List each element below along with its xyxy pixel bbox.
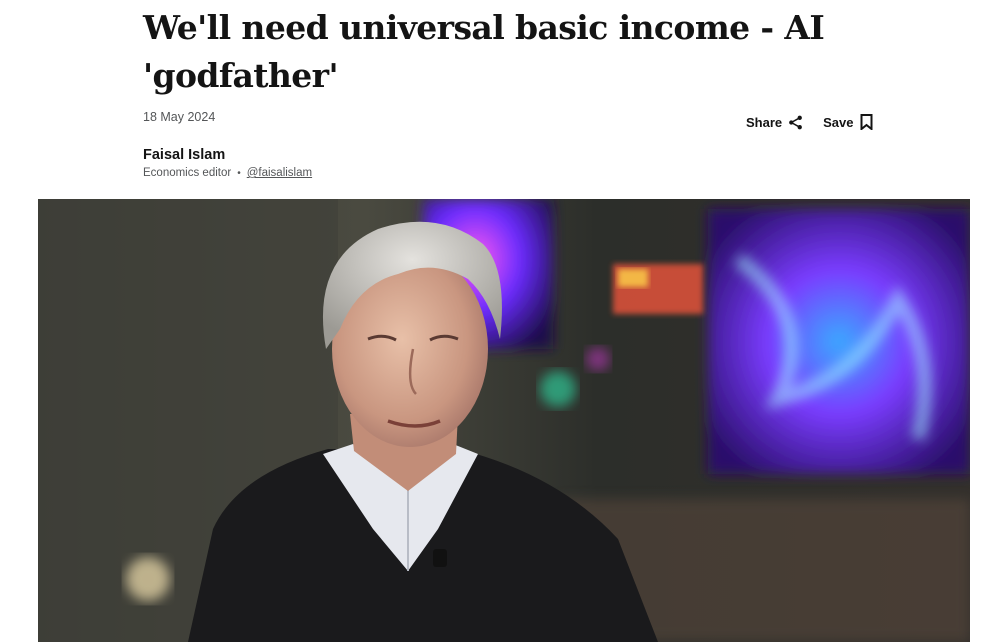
byline: Faisal Islam Economics editor • @faisali… <box>143 147 312 179</box>
bookmark-icon <box>860 114 873 130</box>
hero-photo <box>38 199 970 642</box>
author-handle-link[interactable]: @faisalislam <box>247 167 312 179</box>
share-icon <box>788 115 803 130</box>
share-button[interactable]: Share <box>746 115 803 130</box>
meta-separator: • <box>237 167 241 179</box>
article-page: We'll need universal basic income - AI '… <box>0 0 986 642</box>
save-button[interactable]: Save <box>823 114 873 130</box>
article-date: 18 May 2024 <box>143 110 216 124</box>
author-role: Economics editor <box>143 167 232 179</box>
author-name: Faisal Islam <box>143 147 226 163</box>
save-label: Save <box>823 114 854 130</box>
article-headline: We'll need universal basic income - AI '… <box>143 8 825 95</box>
share-label: Share <box>746 114 783 130</box>
author-meta: Economics editor • @faisalislam <box>143 167 312 179</box>
article-actions: Share Save <box>746 114 873 130</box>
hero-image <box>38 199 970 642</box>
